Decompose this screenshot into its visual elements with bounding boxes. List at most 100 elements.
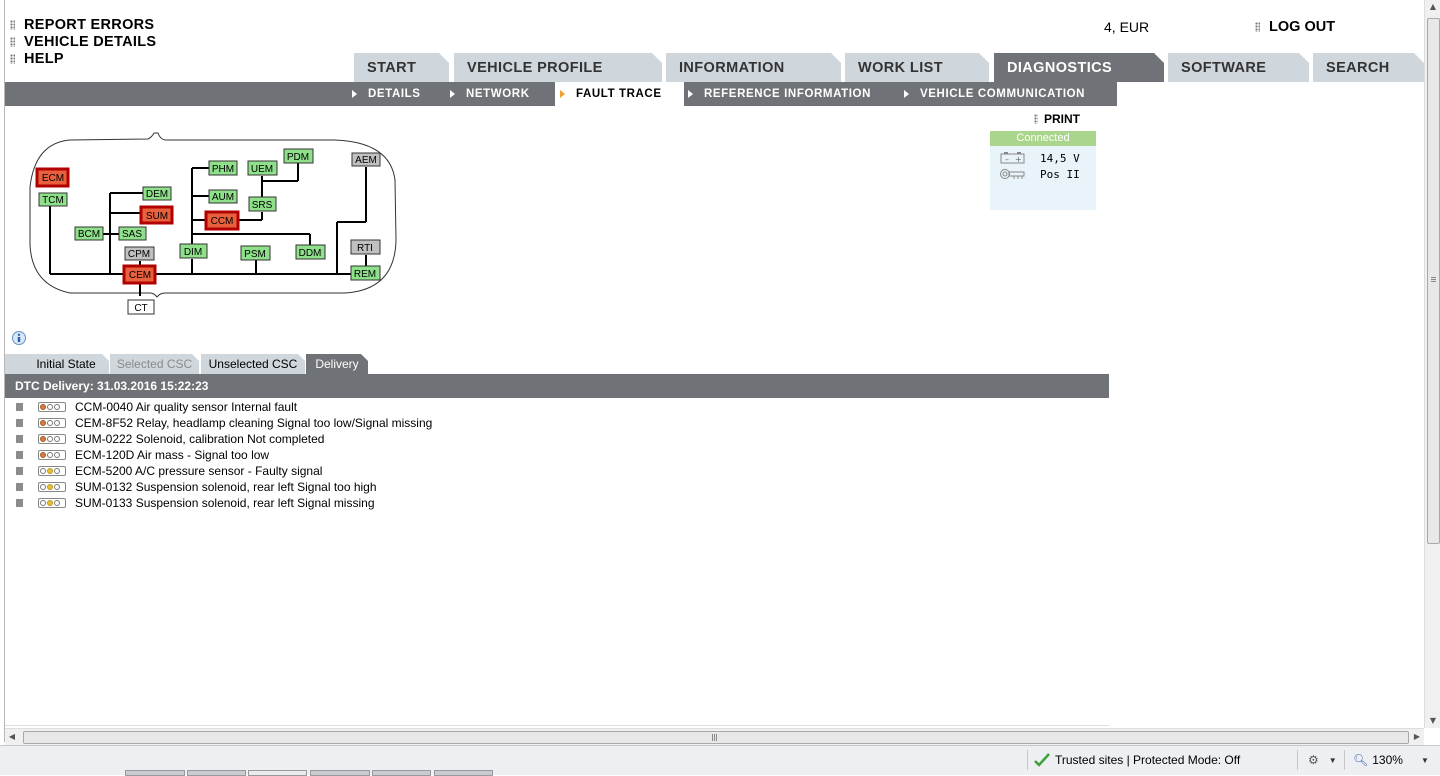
grip-icon [1431,277,1436,283]
subtab-reference-information[interactable]: REFERENCE INFORMATION [688,82,871,106]
tab-search[interactable]: SEARCH [1313,53,1424,82]
security-zone[interactable]: Trusted sites | Protected Mode: Off [1027,750,1304,770]
dtc-tab-initial-state[interactable]: Initial State [5,354,109,374]
horizontal-scroll-thumb[interactable] [23,731,1409,744]
chevron-down-icon: ▼ [1328,755,1337,765]
dtc-item[interactable]: ECM-5200 A/C pressure sensor - Faulty si… [16,463,432,479]
module-psm[interactable]: PSM [240,245,271,261]
svg-text:CEM: CEM [129,270,151,281]
svg-text:ECM: ECM [42,173,64,184]
chevron-down-icon: ▼ [1420,755,1429,765]
module-ct[interactable]: CT [127,299,155,315]
dtc-tab-delivery[interactable]: Delivery [306,354,368,374]
help-link[interactable]: HELP [10,50,156,67]
module-rti[interactable]: RTI [350,239,381,255]
scroll-right-icon[interactable]: ▶ [1410,729,1424,745]
tab-diagnostics[interactable]: DIAGNOSTICS [994,53,1164,82]
svg-text:RTI: RTI [357,243,373,254]
subtab-details[interactable]: DETAILS [352,82,421,106]
tab-software[interactable]: SOFTWARE [1168,53,1309,82]
tab-start[interactable]: START [354,53,449,82]
module-cem[interactable]: CEM [122,264,157,285]
logout-button[interactable]: LOG OUT [1255,19,1335,35]
report-errors-link[interactable]: REPORT ERRORS [10,16,156,33]
svg-text:AEM: AEM [355,155,377,166]
battery-icon: – + [1000,152,1025,164]
taskbar-item[interactable] [310,770,370,776]
dtc-tab-selected-csc[interactable]: Selected CSC [110,354,199,374]
vertical-scroll-thumb[interactable] [1427,18,1440,544]
dtc-item[interactable]: SUM-0132 Suspension solenoid, rear left … [16,479,432,495]
svg-text:BCM: BCM [78,229,100,240]
module-dem[interactable]: DEM [142,186,172,201]
svg-text:CCM: CCM [211,216,234,227]
info-icon[interactable] [12,331,26,345]
subtab-fault-trace[interactable]: FAULT TRACE [555,82,684,106]
dtc-item[interactable]: SUM-0222 Solenoid, calibration Not compl… [16,431,432,447]
module-pdm[interactable]: PDM [283,148,314,164]
grip-icon [16,403,23,411]
dtc-item[interactable]: CCM-0040 Air quality sensor Internal fau… [16,399,432,415]
subtab-vehicle-communication[interactable]: VEHICLE COMMUNICATION [904,82,1085,106]
taskbar-item[interactable] [187,770,246,776]
tab-information[interactable]: INFORMATION [666,53,841,82]
grip-icon [1255,22,1260,32]
svg-text:–: – [1005,155,1009,164]
ignition-value: Pos II [1040,167,1080,181]
tab-work-list[interactable]: WORK LIST [845,53,989,82]
scroll-down-icon[interactable]: ▼ [1425,714,1440,728]
tab-vehicle-profile[interactable]: VEHICLE PROFILE [454,53,662,82]
traffic-light-icon [38,418,66,428]
svg-text:UEM: UEM [251,164,273,175]
dtc-item[interactable]: SUM-0133 Suspension solenoid, rear left … [16,495,432,511]
vertical-scrollbar[interactable]: ▲ ▼ [1424,0,1440,728]
grip-icon [712,734,718,741]
traffic-light-icon [38,434,66,444]
module-cpm[interactable]: CPM [124,246,155,261]
traffic-light-icon [38,498,66,508]
module-bcm[interactable]: BCM [74,226,104,241]
dtc-tab-unselected-csc[interactable]: Unselected CSC [201,354,305,374]
module-uem[interactable]: UEM [247,160,278,176]
grip-icon [16,451,23,459]
vehicle-network-diagram: ECM TCM DEM SUM BCM SAS CPM CEM CT PHM A… [29,132,397,315]
traffic-light-icon [38,402,66,412]
arrow-right-icon [352,90,357,98]
taskbar-item[interactable] [372,770,431,776]
svg-text:+: + [1015,155,1022,164]
module-tcm[interactable]: TCM [38,192,68,207]
module-sas[interactable]: SAS [118,226,147,241]
grip-icon [16,435,23,443]
module-phm[interactable]: PHM [208,160,238,176]
check-icon [1034,753,1050,767]
module-sum[interactable]: SUM [139,205,174,225]
dtc-item[interactable]: CEM-8F52 Relay, headlamp cleaning Signal… [16,415,432,431]
svg-text:SUM: SUM [146,211,168,222]
grip-icon [10,19,15,30]
module-dim[interactable]: DIM [179,243,208,259]
dtc-item[interactable]: ECM-120D Air mass - Signal too low [16,447,432,463]
scroll-up-icon[interactable]: ▲ [1425,0,1440,14]
ignition-row: Pos II [1000,168,1080,181]
module-ecm[interactable]: ECM [35,167,70,188]
content-divider [5,725,1109,726]
horizontal-scrollbar[interactable]: ◀ ▶ [5,728,1424,745]
window-left-border [0,0,5,742]
scroll-left-icon[interactable]: ◀ [5,729,19,745]
grip-icon [10,53,15,64]
vehicle-details-link[interactable]: VEHICLE DETAILS [10,33,156,50]
print-button[interactable]: PRINT [1034,112,1080,126]
grip-icon [16,419,23,427]
module-aem[interactable]: AEM [351,152,381,167]
module-aum[interactable]: AUM [208,189,238,204]
taskbar-item[interactable] [434,770,493,776]
module-ccm[interactable]: CCM [204,210,240,231]
taskbar-item[interactable] [125,770,185,776]
subtab-network[interactable]: NETWORK [450,82,530,106]
taskbar-item[interactable] [248,770,307,776]
zoom-control[interactable]: 🔍︎ 130% ▼ [1344,750,1440,770]
module-rem[interactable]: REM [350,265,381,281]
module-srs[interactable]: SRS [248,196,277,212]
module-ddm[interactable]: DDM [295,244,326,260]
svg-text:REM: REM [354,269,376,280]
